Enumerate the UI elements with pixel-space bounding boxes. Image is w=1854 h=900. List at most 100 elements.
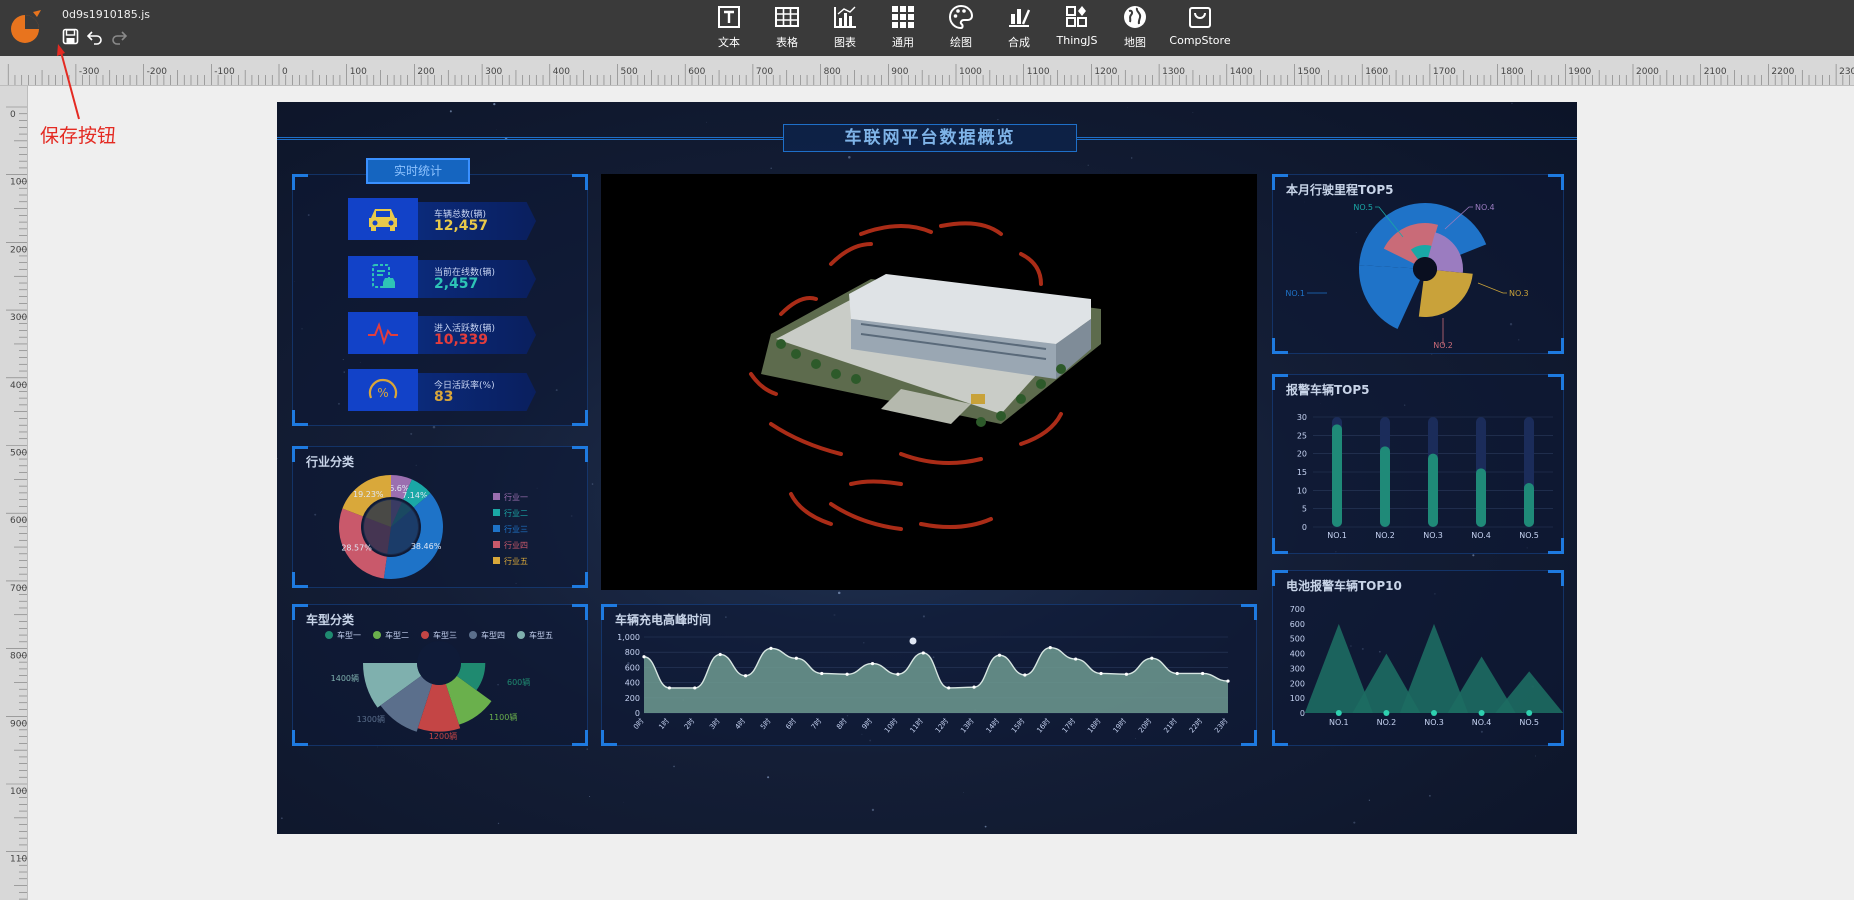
tool-label: ThingJS xyxy=(1056,34,1098,47)
x-tick-label: NO.5 xyxy=(1519,718,1539,727)
y-tick-label: 800 xyxy=(625,648,640,657)
y-tick-label: 100 xyxy=(1290,694,1305,703)
base-dot xyxy=(1478,710,1485,716)
legend-swatch xyxy=(493,557,500,564)
ruler-tick-label: 1500 xyxy=(1298,67,1321,77)
svg-text:%: % xyxy=(377,386,388,400)
data-point xyxy=(1201,671,1205,676)
tool-map[interactable]: 地图 xyxy=(1106,2,1164,52)
stat-value: 12,457 xyxy=(434,218,489,234)
rose-label: 1100辆 xyxy=(489,712,517,722)
x-tick-label: 8时 xyxy=(834,717,848,732)
y-tick-label: 200 xyxy=(1290,679,1305,688)
chart-slider-handle xyxy=(909,637,917,645)
3d-model-view[interactable] xyxy=(601,174,1257,590)
tool-table[interactable]: 表格 xyxy=(758,2,816,52)
ruler-tick-label: 500 xyxy=(621,67,638,77)
text-icon xyxy=(718,6,740,28)
ruler-tick-label: 800 xyxy=(824,67,841,77)
warehouse-3d-image xyxy=(749,221,1101,531)
x-tick-label: 5时 xyxy=(758,717,772,732)
tool-chart[interactable]: 图表 xyxy=(816,2,874,52)
data-point xyxy=(1099,671,1103,676)
tool-compose[interactable]: 合成 xyxy=(990,2,1048,52)
bar xyxy=(1428,453,1438,527)
stat-active-vehicles: 进入活跃数(辆) 10,339 xyxy=(348,312,538,354)
ruler-tick-label: 1900 xyxy=(1568,67,1591,77)
bar xyxy=(1476,468,1486,527)
rose-label: NO.5 xyxy=(1353,203,1373,212)
data-point xyxy=(1175,671,1179,676)
tool-text[interactable]: 文本 xyxy=(700,2,758,52)
compose-icon xyxy=(1009,9,1031,27)
bar xyxy=(1332,424,1342,527)
x-tick-label: 16时 xyxy=(1035,717,1052,735)
x-tick-label: 7时 xyxy=(809,717,823,732)
tool-label: 合成 xyxy=(1008,36,1030,49)
ruler-tick-label: 1000 xyxy=(959,67,982,77)
base-dot xyxy=(1335,710,1342,716)
x-tick-label: 14时 xyxy=(984,717,1001,735)
data-point xyxy=(718,652,722,657)
car-icon xyxy=(369,209,397,231)
legend-swatch xyxy=(469,631,477,639)
vertical-ruler[interactable]: 010020030040050060070080090010001100 xyxy=(0,86,28,900)
tool-label: 绘图 xyxy=(950,36,972,49)
data-point xyxy=(921,651,925,655)
tool-compstore[interactable]: CompStore xyxy=(1164,2,1236,52)
tool-thingjs[interactable]: ThingJS xyxy=(1048,2,1106,52)
ruler-tick-label: 1600 xyxy=(1365,67,1388,77)
ruler-tick-label: 2000 xyxy=(1636,67,1659,77)
ruler-tick-label: -100 xyxy=(214,67,235,77)
rose-label: NO.2 xyxy=(1433,341,1453,350)
legend-label: 行业一 xyxy=(504,492,528,502)
tool-draw[interactable]: 绘图 xyxy=(932,2,990,52)
tool-general[interactable]: 通用 xyxy=(874,2,932,52)
data-point xyxy=(870,662,875,666)
x-tick-label: NO.1 xyxy=(1327,531,1347,540)
ruler-tick-label: 1100 xyxy=(1027,67,1050,77)
stat-total-vehicles: 车辆总数(辆) 12,457 xyxy=(348,198,538,240)
x-tick-label: 15时 xyxy=(1009,717,1026,735)
data-point xyxy=(1023,673,1027,677)
x-tick-label: 13时 xyxy=(958,717,975,735)
x-tick-label: NO.3 xyxy=(1423,531,1443,540)
percent-gauge-icon: % xyxy=(368,378,398,400)
x-tick-label: 21时 xyxy=(1162,717,1179,735)
y-tick-label: 600 xyxy=(625,663,640,672)
base-dot xyxy=(1526,710,1533,716)
y-tick-label: 10 xyxy=(1297,486,1307,495)
realtime-stats-button[interactable]: 实时统计 xyxy=(366,158,470,184)
ruler-tick-label: 100 xyxy=(350,67,367,77)
ruler-tick-label: 200 xyxy=(10,245,27,255)
tool-label: 表格 xyxy=(776,36,798,49)
data-point xyxy=(820,671,824,676)
rose-label: 1400辆 xyxy=(331,673,359,683)
tool-label: CompStore xyxy=(1169,34,1231,47)
donut-label: 19.23% xyxy=(353,490,384,499)
legend-label: 车型四 xyxy=(481,630,505,640)
rose-label: NO.1 xyxy=(1285,289,1305,298)
data-point xyxy=(769,646,773,650)
legend-swatch xyxy=(493,493,500,500)
ruler-tick-label: 600 xyxy=(10,516,27,526)
annotation-arrow xyxy=(57,44,80,120)
mileage-rose-chart: NO.1 NO.2 NO.3 NO.4 NO.5 xyxy=(1285,203,1529,350)
rose-center xyxy=(417,641,461,685)
horizontal-ruler[interactable]: -300 -200 -100 0 100 200 300 400 500 600 700 800 900… xyxy=(0,56,1854,86)
ruler-tick-label: 300 xyxy=(485,67,502,77)
donut-label: 28.57% xyxy=(341,543,372,552)
y-tick-label: 20 xyxy=(1297,450,1307,459)
pulse-icon xyxy=(368,321,398,346)
rose-slice xyxy=(1359,265,1421,330)
dashboard-canvas[interactable]: 车联网平台数据概览 实时统计 车辆总数(辆) 12,457 当前在线数(辆) 2… xyxy=(277,102,1577,834)
ruler-tick-label: 0 xyxy=(282,67,288,77)
x-tick-label: 4时 xyxy=(733,717,747,732)
x-tick-label: 9时 xyxy=(860,717,874,732)
ruler-tick-label: 2300 xyxy=(1839,67,1854,77)
y-tick-label: 1,000 xyxy=(617,633,640,642)
rose-center xyxy=(1413,257,1437,281)
data-point xyxy=(1074,657,1078,661)
data-point xyxy=(1226,679,1230,683)
ruler-tick-label: 900 xyxy=(891,67,908,77)
